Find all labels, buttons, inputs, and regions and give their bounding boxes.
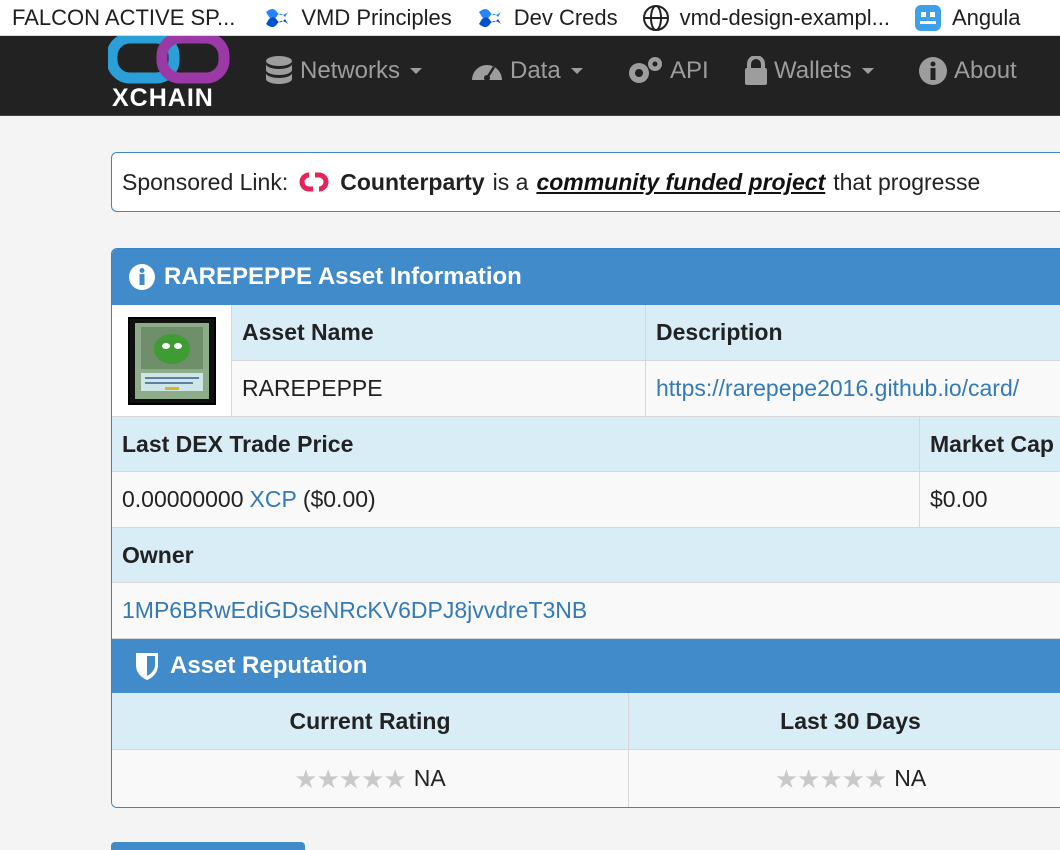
asset-reputation-heading: Asset Reputation (112, 639, 1060, 693)
asset-name-value: RAREPEPPE (232, 361, 646, 417)
confluence-icon (478, 8, 501, 27)
star-icon: ★ (819, 763, 843, 794)
nav-networks[interactable]: Networks (264, 53, 423, 89)
asset-info-panel: RAREPEPPE Asset Information Asset Name D… (111, 248, 1060, 808)
database-icon (266, 56, 292, 84)
bookmarks-bar: FALCON ACTIVE SP... VMD Principles Dev C… (0, 0, 1060, 36)
cogs-icon (629, 57, 662, 83)
bookmark-dev-creds[interactable]: Dev Creds (476, 4, 618, 32)
owner-header: Owner (112, 528, 1060, 583)
nav-about[interactable]: About (918, 53, 1017, 89)
last-30-days-header: Last 30 Days (629, 693, 1060, 750)
star-icon: ★ (338, 763, 363, 794)
market-cap-value: $0.00 (920, 472, 1060, 528)
nav-label: About (954, 57, 1017, 84)
bookmark-label: VMD Principles (301, 4, 452, 30)
reputation-title: Asset Reputation (170, 652, 368, 679)
chevron-down-icon (410, 68, 423, 74)
last-dex-trade-price-value: 0.00000000 XCP ($0.00) (112, 472, 920, 528)
star-icon: ★ (383, 763, 407, 794)
sponsor-name: Counterparty (340, 168, 485, 195)
xcp-link[interactable]: XCP (250, 486, 297, 513)
app-icon (914, 4, 941, 31)
panel-title: RAREPEPPE Asset Information (164, 263, 522, 290)
nav-label: Networks (300, 57, 401, 84)
community-funded-link[interactable]: community funded project (536, 169, 825, 196)
brand-name: XCHAIN (112, 84, 214, 112)
next-panel-button[interactable] (111, 842, 305, 850)
current-rating-value: ★ ★ ★ ★ ★ NA (112, 750, 629, 807)
star-icon: ★ (797, 763, 821, 794)
asset-image[interactable] (127, 316, 216, 405)
chevron-down-icon (861, 68, 874, 74)
sponsor-middle: is a (492, 168, 529, 195)
confluence-icon (266, 8, 289, 27)
current-rating-header: Current Rating (112, 693, 629, 750)
info-icon (919, 57, 947, 85)
bookmark-label: Angula (951, 4, 1021, 30)
star-icon: ★ (361, 763, 385, 794)
rare-pepe-card-image (134, 322, 209, 399)
nav-label: API (670, 57, 709, 84)
last-30-days-value: ★ ★ ★ ★ ★ NA (629, 750, 1060, 807)
nav-data[interactable]: Data (470, 53, 583, 89)
bookmark-falcon[interactable]: FALCON ACTIVE SP... (12, 5, 235, 31)
owner-address-link[interactable]: 1MP6BRwEdiGDseNRcKV6DPJ8jvvdreT3NB (112, 583, 1060, 639)
dashboard-icon (472, 65, 502, 81)
navbar: XCHAIN Networks Data API Wallets About (0, 36, 1060, 116)
market-cap-header: Market Cap (920, 417, 1060, 472)
nav-label: Wallets (774, 57, 852, 84)
shield-icon (136, 653, 158, 680)
last-dex-trade-price-header: Last DEX Trade Price (112, 417, 920, 472)
lock-icon (745, 56, 767, 85)
star-icon: ★ (841, 763, 865, 794)
nav-api[interactable]: API (626, 53, 709, 89)
rating-text: NA (894, 765, 927, 791)
panel-heading: RAREPEPPE Asset Information (112, 249, 1060, 305)
rating-stars: ★ ★ ★ ★ ★ (294, 763, 407, 794)
chevron-down-icon (570, 68, 583, 74)
bookmark-label: vmd-design-exampl... (679, 4, 890, 30)
sponsor-prefix: Sponsored Link: (122, 168, 289, 195)
asset-thumbnail-cell (112, 305, 232, 417)
star-icon: ★ (294, 763, 318, 794)
star-icon: ★ (863, 763, 888, 794)
bookmark-label: FALCON ACTIVE SP... (12, 4, 236, 30)
counterparty-logo (299, 172, 329, 192)
info-icon (129, 264, 155, 290)
nav-label: Data (510, 57, 561, 84)
bookmark-vmd-design[interactable]: vmd-design-exampl... (642, 4, 890, 32)
bookmark-angular[interactable]: Angula (914, 4, 1021, 32)
star-icon: ★ (316, 763, 340, 794)
pepe-card-art (134, 322, 209, 399)
price-amount: 0.00000000 (122, 486, 244, 512)
bookmark-vmd-principles[interactable]: VMD Principles (263, 4, 452, 32)
description-link[interactable]: https://rarepepe2016.github.io/card/ (646, 361, 1060, 417)
asset-name-header: Asset Name (232, 305, 646, 361)
sponsored-link-banner: Sponsored Link: Counterparty is a commun… (111, 152, 1060, 212)
rating-stars: ★ ★ ★ ★ ★ (774, 763, 888, 794)
sponsor-suffix: that progresse (833, 168, 981, 195)
nav-wallets[interactable]: Wallets (744, 53, 874, 89)
star-icon: ★ (774, 763, 799, 794)
description-header: Description (646, 305, 1060, 361)
globe-icon (642, 4, 669, 31)
price-usd: ($0.00) (302, 486, 376, 512)
rating-text: NA (413, 765, 446, 791)
bookmark-label: Dev Creds (513, 4, 618, 30)
